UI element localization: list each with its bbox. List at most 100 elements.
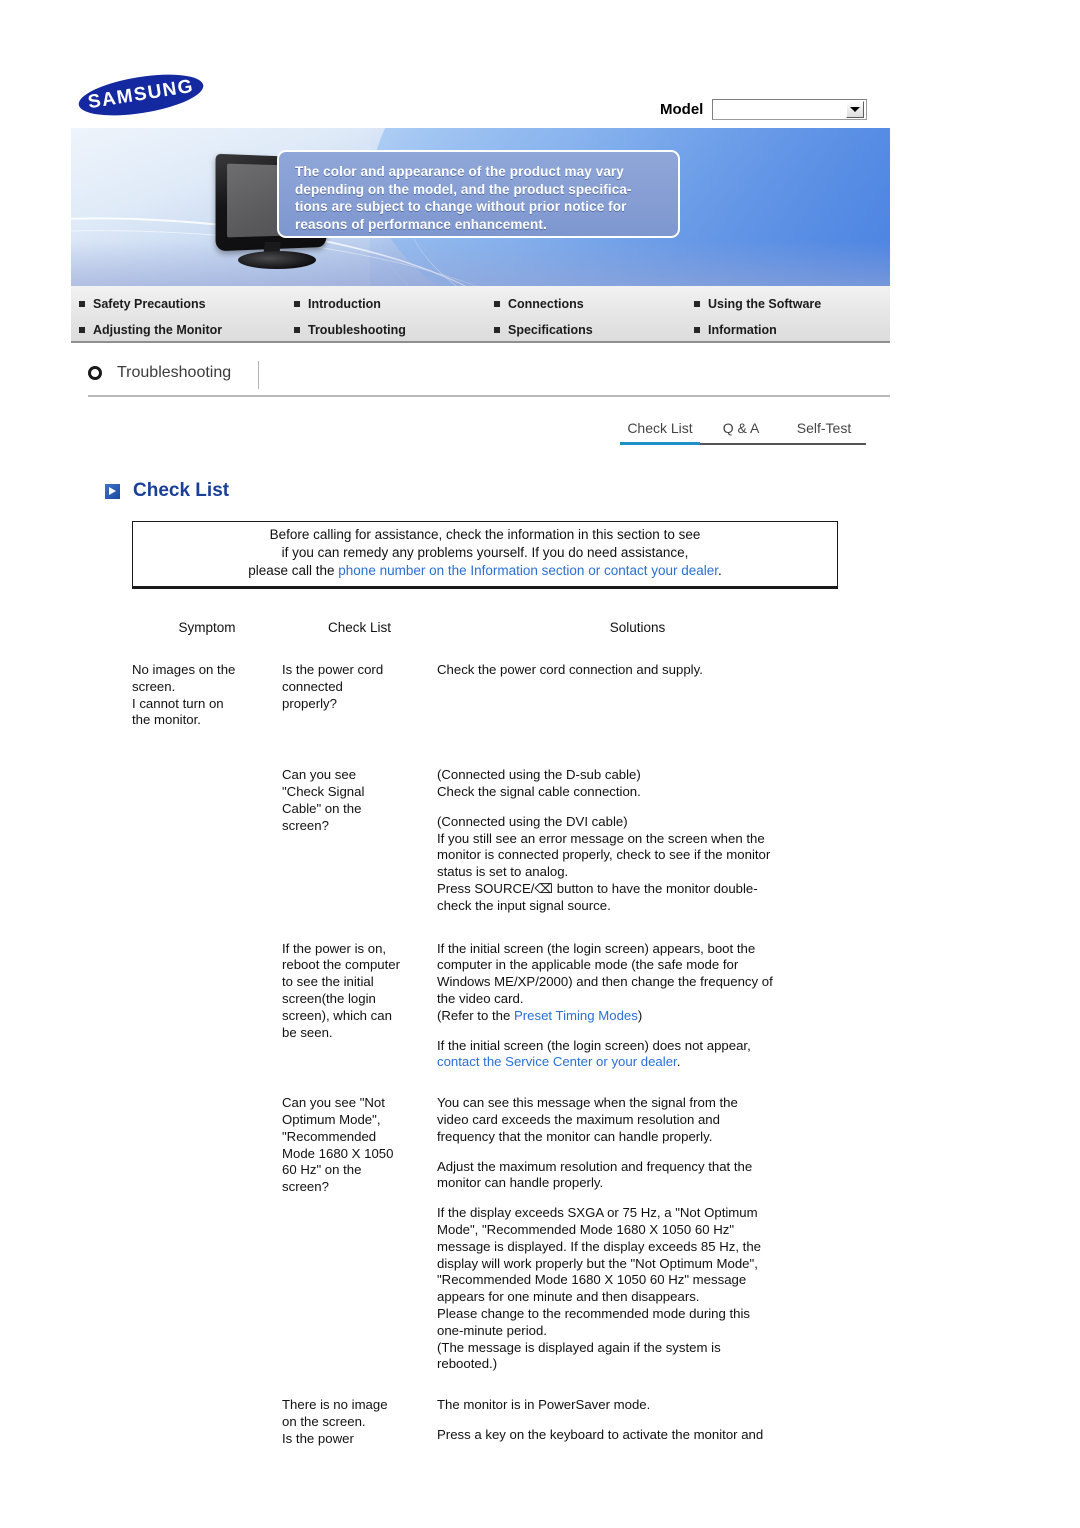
callout-line-3: tions are subject to change without prio… (295, 199, 627, 214)
page-header: SAMSUNG Model (0, 0, 1080, 128)
cell-check: Can you see "Not Optimum Mode", "Recomme… (282, 1095, 394, 1195)
nav-item-introduction[interactable]: Introduction (294, 297, 494, 311)
cell-solution: (Connected using the D-sub cable) Check … (437, 767, 838, 914)
samsung-logo: SAMSUNG (75, 67, 207, 123)
section-rule (88, 395, 890, 397)
square-bullet-icon (79, 301, 85, 307)
tab-check-list[interactable]: Check List (620, 420, 700, 443)
cell-check: There is no image on the screen. Is the … (282, 1397, 388, 1446)
intro-line-2: if you can remedy any problems yourself.… (281, 545, 689, 560)
nav-item-adjusting-the-monitor[interactable]: Adjusting the Monitor (79, 323, 294, 337)
solution-prefix: If the initial screen (the login screen)… (437, 1037, 751, 1053)
solution-block: Adjust the maximum resolution and freque… (437, 1158, 753, 1191)
nav-item-safety-precautions[interactable]: Safety Precautions (79, 297, 294, 311)
table-row: Can you see "Not Optimum Mode", "Recomme… (132, 1095, 838, 1373)
nav-item-specifications[interactable]: Specifications (494, 323, 694, 337)
tab-bar: Check List Q & A Self-Test (620, 420, 890, 445)
monitor-base (238, 251, 316, 269)
solution-block: (Connected using the D-sub cable) Check … (437, 767, 641, 799)
cell-symptom (132, 1095, 282, 1373)
intro-notice-box: Before calling for assistance, check the… (132, 521, 838, 589)
product-disclaimer-callout: The color and appearance of the product … (277, 150, 680, 238)
table-row: Can you see "Check Signal Cable" on the … (132, 767, 838, 914)
cell-symptom (132, 941, 282, 1072)
column-header-symptom: Symptom (178, 620, 236, 635)
section-divider (258, 361, 259, 389)
cell-check: If the power is on, reboot the computer … (282, 940, 401, 1040)
section-header: Troubleshooting (88, 361, 259, 389)
nav-item-connections[interactable]: Connections (494, 297, 694, 311)
tab-q-and-a[interactable]: Q & A (700, 420, 782, 443)
table-row: No images on the screen. I cannot turn o… (132, 662, 838, 729)
square-bullet-icon (494, 301, 500, 307)
callout-line-1: The color and appearance of the product … (295, 164, 624, 179)
solution-block: If the initial screen (the login screen)… (437, 1038, 838, 1072)
table-row: If the power is on, reboot the computer … (132, 941, 838, 1072)
checklist-heading: Check List (105, 480, 229, 502)
checklist-heading-text: Check List (133, 480, 230, 501)
cell-check: Can you see "Check Signal Cable" on the … (282, 767, 365, 833)
nav-label: Connections (508, 297, 584, 311)
square-bullet-icon (294, 301, 300, 307)
model-label: Model (660, 101, 704, 118)
solution-block: (Refer to the Preset Timing Modes) (437, 1008, 838, 1025)
contact-dealer-link[interactable]: phone number on the Information section … (338, 563, 718, 578)
checklist-table: Symptom Check List Solutions No images o… (132, 620, 838, 1447)
solution-suffix: ) (637, 1007, 643, 1023)
intro-line-1: Before calling for assistance, check the… (269, 527, 701, 542)
intro-line-3-prefix: please call the (248, 563, 339, 578)
solution-block: If the display exceeds SXGA or 75 Hz, a … (437, 1205, 762, 1372)
chevron-down-icon[interactable] (846, 101, 865, 118)
solution-suffix: . (676, 1054, 681, 1070)
cell-solution: Check the power cord connection and supp… (437, 662, 838, 729)
circle-icon (88, 366, 102, 380)
nav-label: Adjusting the Monitor (93, 323, 223, 337)
hero-banner: The color and appearance of the product … (71, 128, 890, 286)
service-center-link[interactable]: contact the Service Center or your deale… (437, 1054, 677, 1069)
nav-item-information[interactable]: Information (694, 323, 890, 337)
tab-underline (620, 442, 866, 445)
tab-active-indicator (620, 442, 700, 445)
solution-block: (Connected using the DVI cable) If you s… (437, 813, 771, 913)
page-title: Troubleshooting (117, 364, 232, 381)
blue-play-marker-icon (105, 483, 120, 499)
tab-self-test[interactable]: Self-Test (782, 420, 866, 443)
cell-symptom (132, 767, 282, 914)
callout-line-2: depending on the model, and the product … (295, 181, 632, 197)
model-selector[interactable]: Model (660, 99, 868, 120)
cell-symptom (132, 1397, 282, 1447)
cell-solution: The monitor is in PowerSaver mode. Press… (437, 1397, 838, 1447)
nav-label: Using the Software (708, 297, 822, 311)
cell-check: Is the power cord connected properly? (282, 662, 384, 711)
square-bullet-icon (694, 301, 700, 307)
cell-symptom: No images on the screen. I cannot turn o… (132, 662, 236, 728)
intro-line-3: please call the phone number on the Info… (248, 562, 722, 580)
solution-block: If the initial screen (the login screen)… (437, 940, 773, 1006)
square-bullet-icon (694, 327, 700, 333)
intro-line-3-suffix: . (718, 563, 722, 578)
column-header-check-list: Check List (327, 620, 392, 635)
cell-solution: If the initial screen (the login screen)… (437, 941, 838, 1072)
nav-label: Introduction (308, 297, 381, 311)
nav-label: Troubleshooting (308, 323, 406, 337)
nav-item-using-the-software[interactable]: Using the Software (694, 297, 890, 311)
table-row: There is no image on the screen. Is the … (132, 1397, 838, 1447)
square-bullet-icon (79, 327, 85, 333)
solution-block: Press a key on the keyboard to activate … (437, 1426, 764, 1442)
square-bullet-icon (494, 327, 500, 333)
nav-label: Safety Precautions (93, 297, 206, 311)
solution-prefix: (Refer to the (437, 1007, 514, 1023)
solution-block: The monitor is in PowerSaver mode. (437, 1397, 651, 1413)
preset-timing-modes-link[interactable]: Preset Timing Modes (514, 1008, 638, 1023)
cell-solution: You can see this message when the signal… (437, 1095, 838, 1373)
solution-block: Check the power cord connection and supp… (437, 662, 703, 677)
solution-block: You can see this message when the signal… (437, 1095, 738, 1144)
nav-label: Information (708, 323, 777, 337)
square-bullet-icon (294, 327, 300, 333)
nav-item-troubleshooting[interactable]: Troubleshooting (294, 323, 494, 337)
model-dropdown[interactable] (712, 99, 868, 120)
nav-label: Specifications (508, 323, 593, 337)
column-header-solutions: Solutions (609, 620, 666, 635)
banner-haze (71, 240, 890, 286)
table-header-row: Symptom Check List Solutions (132, 620, 838, 662)
